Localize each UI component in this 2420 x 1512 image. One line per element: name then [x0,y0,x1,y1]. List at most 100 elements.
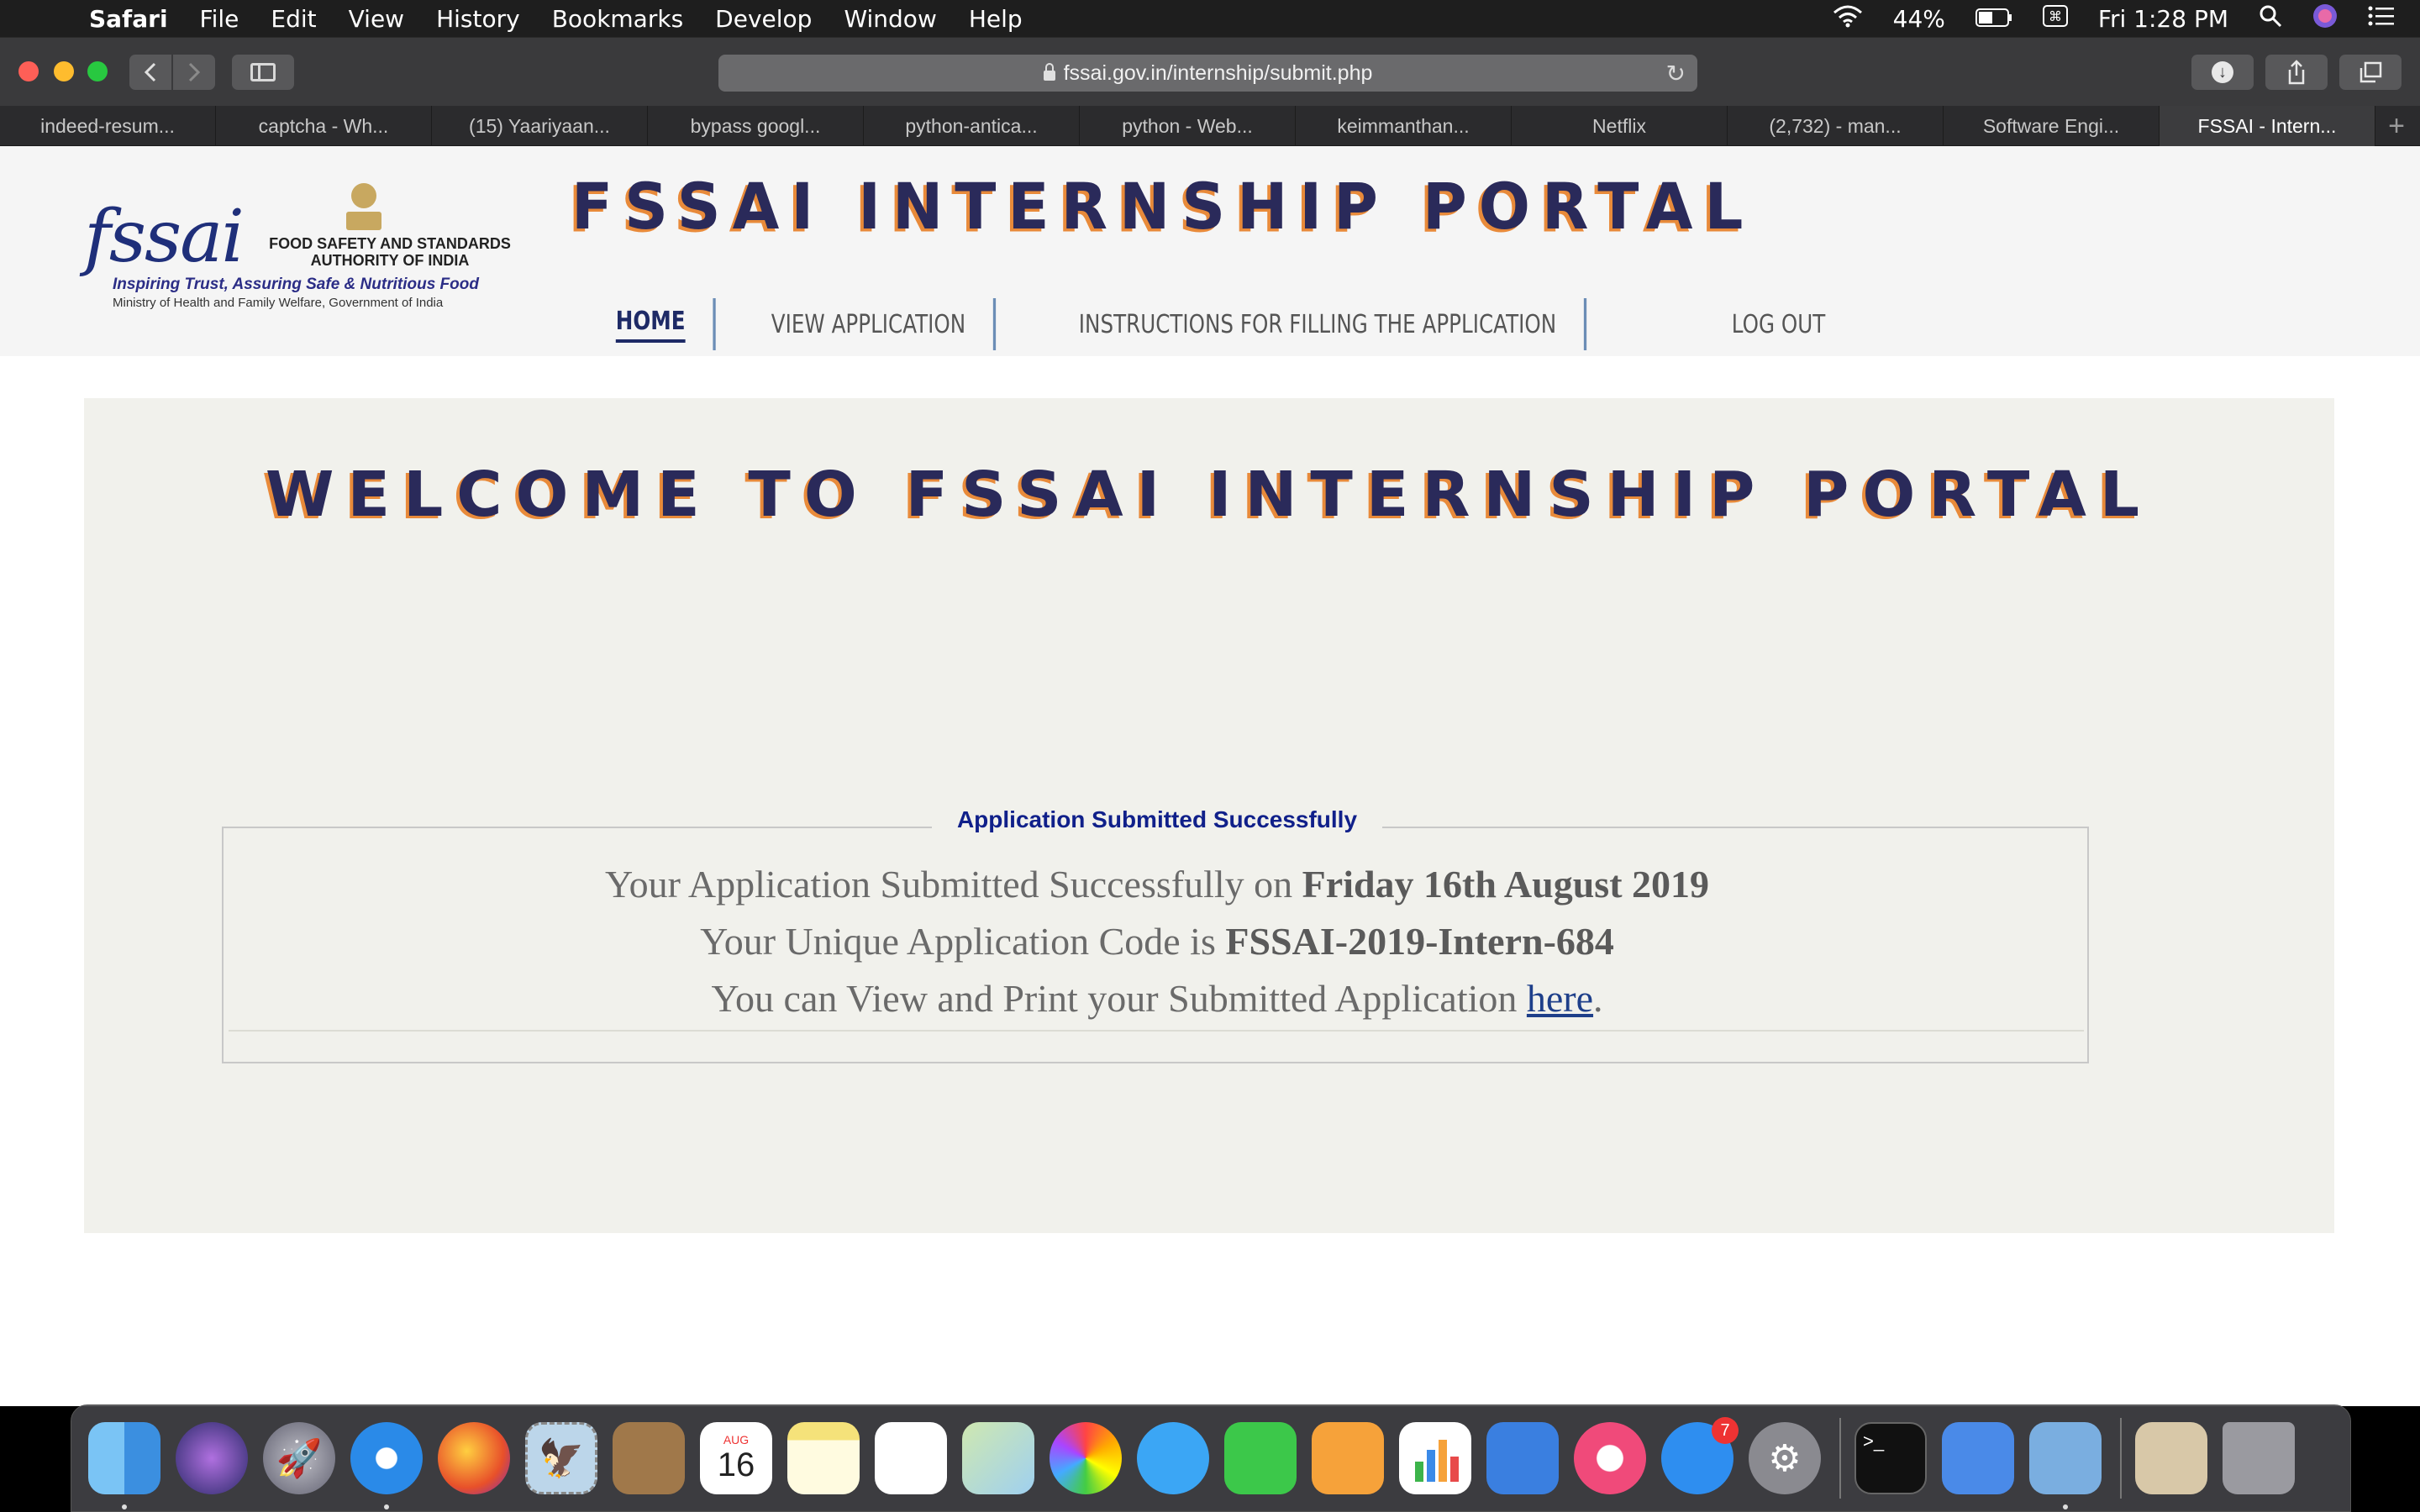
macos-dock: 🚀 🦅 AUG 16 ♪ 7 ⚙ >_ [71,1404,2351,1512]
firefox-icon[interactable] [438,1422,510,1494]
fieldset-legend: Application Submitted Successfully [224,806,2091,833]
view-application-link[interactable]: here [1527,977,1593,1020]
pages-icon[interactable] [1312,1422,1384,1494]
share-button[interactable] [2265,55,2328,90]
submission-fieldset: Application Submitted Successfully Your … [222,806,2091,1063]
web-page: fssai FOOD SAFETY AND STANDARDS AUTHORIT… [0,146,2420,1406]
browser-tab[interactable]: Software Engi... [1944,106,2160,146]
browser-toolbar: fssai.gov.in/internship/submit.php ↻ ↓ [0,37,2420,106]
dock-separator [2120,1418,2122,1499]
menu-view[interactable]: View [349,5,404,33]
numbers-icon[interactable] [1399,1422,1471,1494]
submission-date-prefix: Your Application Submitted Successfully … [604,863,1302,906]
app-store-icon[interactable]: 7 [1661,1417,1739,1494]
launchpad-icon[interactable]: 🚀 [263,1422,335,1494]
notification-center-icon[interactable] [2368,5,2395,33]
fssai-logo[interactable]: fssai FOOD SAFETY AND STANDARDS AUTHORIT… [84,183,513,318]
menu-develop[interactable]: Develop [715,5,812,33]
close-window-button[interactable] [18,61,39,81]
browser-tab-active[interactable]: FSSAI - Intern... [2160,106,2375,146]
browser-tab[interactable]: captcha - Wh... [216,106,432,146]
address-bar[interactable]: fssai.gov.in/internship/submit.php ↻ [718,55,1697,92]
menu-help[interactable]: Help [969,5,1023,33]
menu-file[interactable]: File [200,5,239,33]
menu-window[interactable]: Window [844,5,936,33]
itunes-icon[interactable]: ♪ [1574,1422,1646,1494]
menu-app-name[interactable]: Safari [89,5,168,33]
messages-icon[interactable] [1137,1422,1209,1494]
show-all-tabs-button[interactable] [2339,55,2402,90]
menu-clock[interactable]: Fri 1:28 PM [2098,5,2228,33]
fssai-logo-text: fssai [84,195,245,279]
nav-view-application[interactable]: VIEW APPLICATION [744,298,997,350]
divider [229,1030,2084,1032]
browser-tab[interactable]: Netflix [1512,106,1728,146]
nav-instructions[interactable]: INSTRUCTIONS FOR FILLING THE APPLICATION [1051,298,1587,350]
photos-icon[interactable] [1050,1422,1122,1494]
portal-title: FSSAI INTERNSHIP PORTAL [571,169,1755,244]
national-emblem-icon [346,183,381,230]
xcode-icon[interactable] [1942,1422,2014,1494]
application-code: FSSAI-2019-Intern-684 [1225,920,1614,963]
browser-tab[interactable]: (2,732) - man... [1728,106,1944,146]
preview-icon[interactable] [2029,1422,2102,1509]
sidebar-icon [250,63,276,81]
keyboard-input-icon[interactable]: ⌘ [2042,4,2068,33]
browser-tab[interactable]: python - Web... [1080,106,1296,146]
authority-line-1: FOOD SAFETY AND STANDARDS [269,235,511,252]
browser-tab[interactable]: indeed-resum... [0,106,216,146]
maps-icon[interactable] [962,1422,1034,1494]
finder-icon[interactable] [88,1422,160,1509]
browser-tab[interactable]: keimmanthan... [1296,106,1512,146]
ministry-text: Ministry of Health and Family Welfare, G… [113,296,444,310]
terminal-icon[interactable]: >_ [1854,1422,1927,1494]
downloads-button[interactable]: ↓ [2191,55,2254,90]
trash-icon[interactable] [2223,1422,2295,1494]
new-tab-plus-icon[interactable]: + [2375,106,2417,146]
spotlight-search-icon[interactable] [2259,4,2282,34]
reload-icon[interactable]: ↻ [1666,60,1686,87]
share-icon [2288,60,2305,85]
sidebar-toggle-button[interactable] [232,55,294,90]
terminal-prompt: >_ [1863,1431,1885,1452]
dock-separator [1839,1418,1841,1499]
minimize-window-button[interactable] [54,61,74,81]
wifi-icon[interactable] [1833,4,1863,34]
tab-bar: indeed-resum... captcha - Wh... (15) Yaa… [0,106,2420,146]
menu-bookmarks[interactable]: Bookmarks [552,5,683,33]
tabs-overview-icon [2360,61,2382,83]
view-print-suffix: . [1593,977,1603,1020]
battery-icon[interactable] [1975,5,2012,33]
application-code-prefix: Your Unique Application Code is [700,920,1226,963]
browser-tab[interactable]: bypass googl... [648,106,864,146]
profile-photo-icon[interactable] [2135,1422,2207,1494]
app-store-badge: 7 [1712,1417,1739,1444]
browser-tab[interactable]: python-antica... [864,106,1080,146]
mail-stamp-icon[interactable]: 🦅 [525,1422,597,1494]
chevron-right-icon [188,62,201,82]
calendar-day: 16 [717,1446,755,1483]
reminders-icon[interactable] [875,1422,947,1494]
safari-icon[interactable] [350,1422,423,1509]
forward-button[interactable] [173,55,215,90]
zoom-window-button[interactable] [87,61,108,81]
siri-app-icon[interactable] [176,1422,248,1494]
content-panel: WELCOME TO FSSAI INTERNSHIP PORTAL Appli… [84,398,2334,1233]
contacts-icon[interactable] [613,1422,685,1494]
site-header: fssai FOOD SAFETY AND STANDARDS AUTHORIT… [0,146,2420,356]
submission-date-line: Your Application Submitted Successfully … [224,862,2091,906]
calendar-icon[interactable]: AUG 16 [700,1422,772,1494]
keynote-icon[interactable] [1486,1422,1559,1494]
notes-icon[interactable] [787,1422,860,1494]
menu-edit[interactable]: Edit [271,5,316,33]
browser-tab[interactable]: (15) Yaariyaan... [432,106,648,146]
status-area: 44% ⌘ Fri 1:28 PM [1833,0,2395,37]
menu-history[interactable]: History [436,5,520,33]
siri-icon[interactable] [2312,3,2338,34]
system-preferences-icon[interactable]: ⚙ [1749,1422,1821,1494]
back-button[interactable] [129,55,171,90]
nav-home[interactable]: HOME [588,298,716,350]
facetime-icon[interactable] [1224,1422,1297,1494]
url-text: fssai.gov.in/internship/submit.php [1063,60,1373,85]
nav-logout[interactable]: LOG OUT [1704,298,1853,350]
